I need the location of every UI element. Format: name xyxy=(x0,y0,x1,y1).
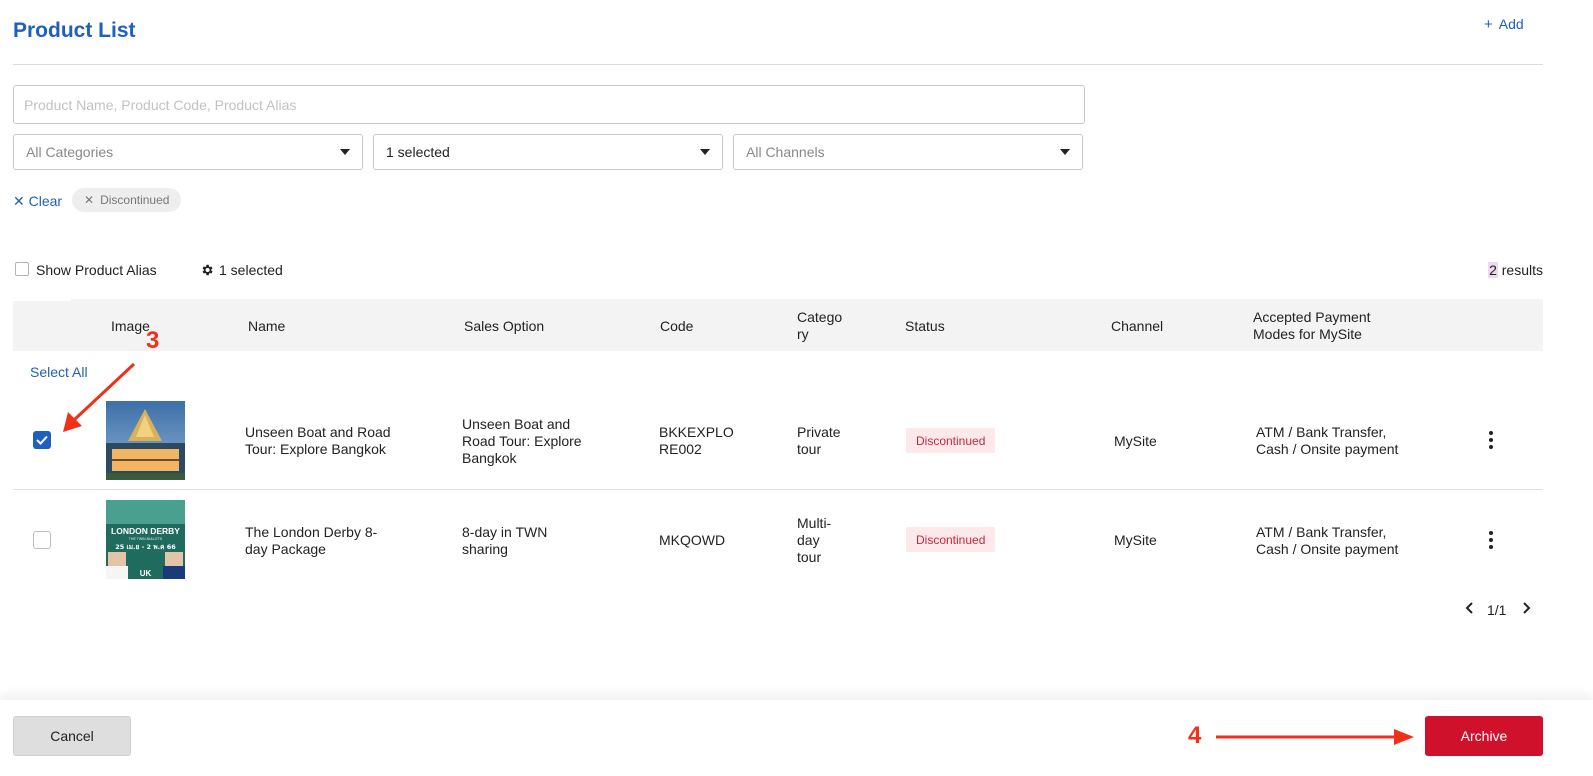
pagination-label: 1/1 xyxy=(1487,602,1507,618)
thumbnail-text: LONDON DERBY xyxy=(111,526,180,536)
chevron-left-icon[interactable] xyxy=(1465,601,1475,618)
results-label: results xyxy=(1501,262,1543,278)
sales-option: Unseen Boat and Road Tour: Explore Bangk… xyxy=(462,416,582,467)
gear-icon xyxy=(202,264,213,276)
product-code-line: RE002 xyxy=(659,441,702,457)
product-category-line: day xyxy=(797,532,820,548)
payment-modes-line: ATM / Bank Transfer, xyxy=(1256,524,1387,540)
sales-option: 8-day in TWN sharing xyxy=(462,524,547,558)
row-checkbox[interactable] xyxy=(33,531,51,549)
column-header-image: Image xyxy=(111,318,150,334)
product-category-line: tour xyxy=(797,441,822,457)
column-header-status: Status xyxy=(905,318,945,334)
payment-modes-line: Cash / Onsite payment xyxy=(1256,441,1399,457)
column-settings-label: 1 selected xyxy=(219,262,283,278)
caret-down-icon xyxy=(700,149,710,155)
category-filter-select[interactable]: All Categories xyxy=(13,134,363,170)
thumbnail-text: THE TWIN BULLETS xyxy=(129,537,163,541)
plus-icon: + xyxy=(1484,16,1493,33)
sales-option-line: 8-day in TWN xyxy=(462,524,548,540)
column-header-category-line: ry xyxy=(797,326,809,342)
category-filter-value: All Categories xyxy=(26,144,114,160)
show-alias-checkbox[interactable] xyxy=(15,262,29,276)
sales-option-line: Unseen Boat and xyxy=(462,416,571,432)
filter-chip: ✕ Discontinued xyxy=(72,188,182,212)
column-header-category-line: Catego xyxy=(797,309,843,325)
product-category-line: tour xyxy=(797,549,822,565)
column-header-payment-modes: Accepted Payment Modes for MySite xyxy=(1253,309,1371,343)
product-channel: MySite xyxy=(1114,532,1157,548)
thumbnail-text: UK xyxy=(140,569,152,578)
select-all-link[interactable]: Select All xyxy=(30,364,88,380)
payment-modes: ATM / Bank Transfer, Cash / Onsite payme… xyxy=(1256,524,1398,558)
column-header-sales-option: Sales Option xyxy=(464,318,545,334)
page-title: Product List xyxy=(13,19,136,42)
archive-button[interactable]: Archive xyxy=(1425,716,1543,756)
product-channel: MySite xyxy=(1114,433,1157,449)
payment-modes-line: Cash / Onsite payment xyxy=(1256,541,1399,557)
close-icon: ✕ xyxy=(13,193,25,209)
footer-bar xyxy=(0,700,1593,776)
row-actions-kebab-icon[interactable] xyxy=(1485,531,1497,549)
column-header-payment-line: Modes for MySite xyxy=(1253,326,1362,342)
product-name-line: Unseen Boat and Road xyxy=(245,424,391,440)
column-header-name: Name xyxy=(248,318,286,334)
table-header-notch xyxy=(13,297,71,301)
cancel-button[interactable]: Cancel xyxy=(13,716,131,756)
column-header-category: Catego ry xyxy=(797,309,842,343)
annotation-arrowhead xyxy=(63,412,82,432)
status-badge: Discontinued xyxy=(906,527,996,552)
status-filter-select[interactable]: 1 selected xyxy=(373,134,723,170)
caret-down-icon xyxy=(1060,149,1070,155)
product-name: Unseen Boat and Road Tour: Explore Bangk… xyxy=(245,424,391,458)
annotation-step-number: 4 xyxy=(1188,722,1202,749)
product-category: Multi- day tour xyxy=(797,515,831,566)
results-number: 2 xyxy=(1488,262,1498,278)
title-divider xyxy=(13,64,1543,65)
caret-down-icon xyxy=(340,149,350,155)
channel-filter-value: All Channels xyxy=(746,144,825,160)
product-category: Private tour xyxy=(797,424,841,458)
row-divider xyxy=(13,489,1543,490)
close-icon[interactable]: ✕ xyxy=(84,193,94,207)
sales-option-line: sharing xyxy=(462,541,508,557)
payment-modes: ATM / Bank Transfer, Cash / Onsite payme… xyxy=(1256,424,1398,458)
row-actions-kebab-icon[interactable] xyxy=(1485,431,1497,449)
sales-option-line: Bangkok xyxy=(462,450,517,466)
column-header-payment-line: Accepted Payment xyxy=(1253,309,1371,325)
results-count: 2 results xyxy=(1488,262,1543,278)
sales-option-line: Road Tour: Explore xyxy=(462,433,582,449)
product-name-line: The London Derby 8- xyxy=(245,524,378,540)
product-category-line: Multi- xyxy=(797,515,832,531)
search-input[interactable] xyxy=(13,85,1085,124)
product-category-line: Private xyxy=(797,424,841,440)
column-header-channel: Channel xyxy=(1111,318,1164,334)
product-code-line: BKKEXPLO xyxy=(659,424,734,440)
annotation-step-number: 3 xyxy=(146,327,160,354)
chevron-right-icon[interactable] xyxy=(1521,601,1531,618)
show-alias-label: Show Product Alias xyxy=(36,262,157,278)
clear-label: Clear xyxy=(28,193,63,209)
add-label: Add xyxy=(1498,16,1524,32)
thumbnail-text: 25 เม.ย - 2 พ.ค 66 xyxy=(115,543,176,551)
product-name: The London Derby 8- day Package xyxy=(245,524,377,558)
product-name-line: Tour: Explore Bangkok xyxy=(245,441,386,457)
channel-filter-select[interactable]: All Channels xyxy=(733,134,1083,170)
clear-filters-link[interactable]: ✕ Clear xyxy=(13,193,62,210)
product-name-line: day Package xyxy=(245,541,326,557)
payment-modes-line: ATM / Bank Transfer, xyxy=(1256,424,1387,440)
row-checkbox[interactable] xyxy=(33,431,51,449)
check-icon xyxy=(36,435,48,445)
product-code: BKKEXPLO RE002 xyxy=(659,424,734,458)
column-settings-button[interactable]: 1 selected xyxy=(200,262,283,278)
status-filter-value: 1 selected xyxy=(386,144,450,160)
add-product-link[interactable]: + Add xyxy=(1484,16,1524,33)
filter-chip-label: Discontinued xyxy=(100,193,170,207)
product-thumbnail xyxy=(106,401,185,480)
status-badge: Discontinued xyxy=(906,428,996,453)
product-code: MKQOWD xyxy=(659,532,726,548)
product-thumbnail: LONDON DERBY THE TWIN BULLETS 25 เม.ย - … xyxy=(106,500,185,579)
column-header-code: Code xyxy=(660,318,694,334)
